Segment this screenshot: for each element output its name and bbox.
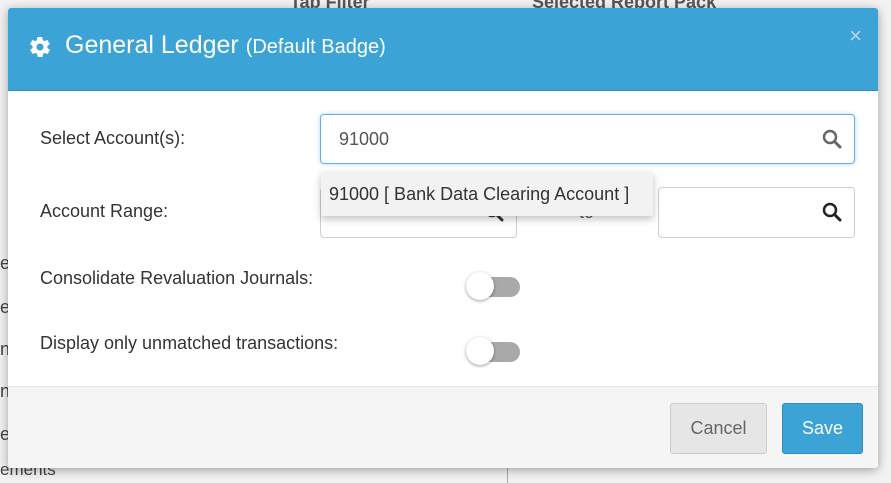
unmatched-transactions-toggle[interactable] <box>466 336 522 366</box>
unmatched-transactions-label: Display only unmatched transactions: <box>40 333 339 353</box>
account-range-to-input[interactable] <box>658 187 855 238</box>
bg-divider <box>507 468 508 483</box>
select-accounts-value: 91000 <box>339 129 390 149</box>
general-ledger-dialog: General Ledger (Default Badge) × Select … <box>8 8 878 468</box>
close-button[interactable]: × <box>849 25 862 47</box>
search-icon[interactable] <box>822 202 842 222</box>
dialog-subtitle: (Default Badge) <box>245 36 386 58</box>
search-icon[interactable] <box>822 129 842 149</box>
consolidate-journals-label: Consolidate Revaluation Journals: <box>40 268 314 288</box>
dialog-body: Select Account(s): 91000 Account Range: … <box>8 90 878 387</box>
dialog-title-text: General Ledger <box>65 31 239 59</box>
gear-icon <box>30 36 50 58</box>
select-accounts-label: Select Account(s): <box>40 128 186 148</box>
select-accounts-input[interactable]: 91000 <box>320 114 855 164</box>
account-range-label: Account Range: <box>40 201 169 221</box>
save-button[interactable]: Save <box>782 403 863 454</box>
dialog-title: General Ledger (Default Badge) <box>65 31 386 60</box>
cancel-button[interactable]: Cancel <box>670 403 767 454</box>
dialog-footer: Cancel Save <box>8 386 878 468</box>
account-suggestion-item[interactable]: 91000 [ Bank Data Clearing Account ] <box>321 172 653 216</box>
dialog-header: General Ledger (Default Badge) × <box>8 8 878 91</box>
toggle-knob <box>466 272 494 300</box>
consolidate-journals-toggle[interactable] <box>466 271 522 301</box>
toggle-knob <box>466 337 494 365</box>
